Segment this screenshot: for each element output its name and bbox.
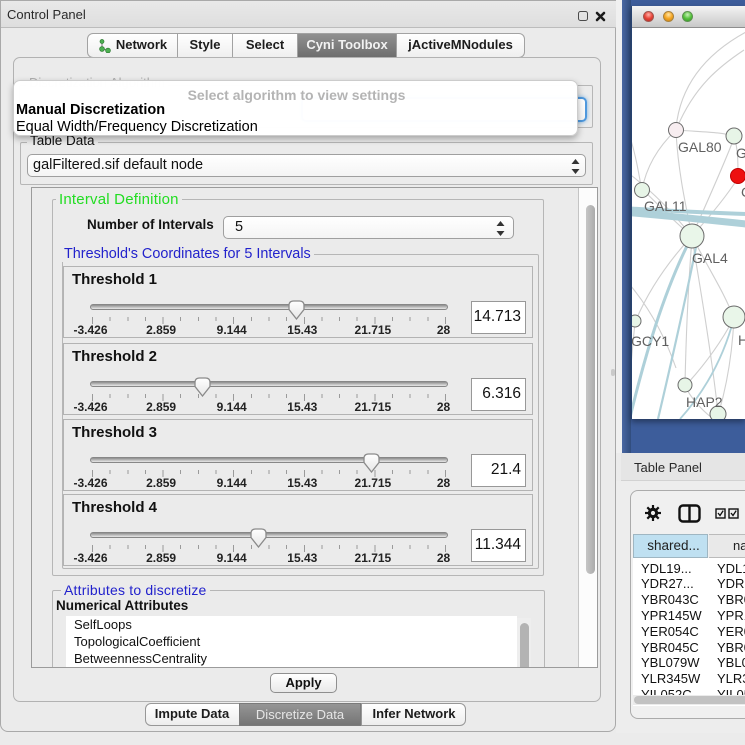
svg-text:HAP2: HAP2 bbox=[686, 394, 723, 410]
svg-text:GCY1: GCY1 bbox=[632, 333, 669, 349]
svg-text:GAL11: GAL11 bbox=[644, 198, 687, 214]
svg-text:GAL4: GAL4 bbox=[692, 250, 728, 266]
svg-text:C: C bbox=[741, 184, 745, 200]
svg-text:GA: GA bbox=[736, 145, 745, 161]
svg-text:GAL80: GAL80 bbox=[678, 139, 722, 155]
svg-text:H: H bbox=[738, 332, 745, 348]
